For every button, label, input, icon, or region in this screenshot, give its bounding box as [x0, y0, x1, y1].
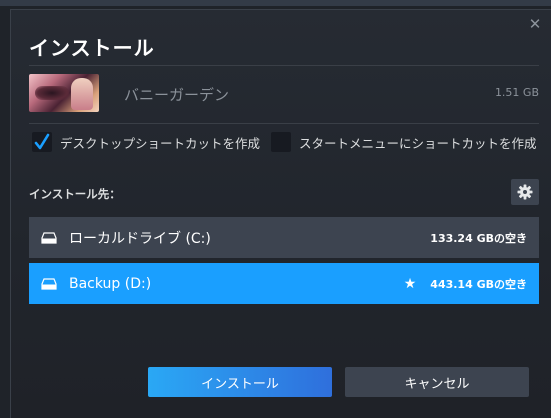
checkbox-box[interactable] — [271, 132, 291, 152]
game-character-art — [71, 78, 93, 110]
install-location-label: インストール先： — [29, 187, 121, 201]
game-info-row: バニーガーデン 1.51 GB — [29, 72, 539, 114]
drive-free-space: 133.24 GBの空き — [430, 231, 527, 245]
dialog-title: インストール — [29, 36, 155, 60]
drive-option-c[interactable]: ローカルドライブ (C:) 133.24 GBの空き — [29, 217, 539, 258]
drive-option-d[interactable]: Backup (D:) ★ 443.14 GBの空き — [29, 263, 539, 304]
close-button[interactable]: ✕ — [527, 16, 543, 32]
checkmark-icon — [34, 133, 50, 150]
close-icon: ✕ — [528, 15, 542, 33]
hard-drive-icon — [41, 231, 57, 244]
drive-name: Backup (D:) — [69, 275, 152, 292]
cancel-button[interactable]: キャンセル — [345, 367, 529, 397]
game-thumbnail — [29, 74, 99, 112]
startmenu-shortcut-label: スタートメニューにショートカットを作成 — [299, 135, 537, 151]
checkbox-box[interactable] — [32, 132, 52, 152]
gear-icon — [517, 184, 533, 200]
desktop-shortcut-checkbox[interactable]: デスクトップショートカットを作成 — [32, 131, 260, 153]
game-name: バニーガーデン — [124, 86, 230, 104]
game-logo-art — [35, 86, 69, 100]
storage-settings-button[interactable] — [511, 179, 539, 205]
star-icon: ★ — [403, 275, 417, 292]
install-dialog: ✕ インストール バニーガーデン 1.51 GB デスクトップショートカットを作… — [10, 9, 551, 418]
window-top-edge — [0, 0, 551, 6]
game-size: 1.51 GB — [494, 86, 539, 99]
startmenu-shortcut-checkbox[interactable]: スタートメニューにショートカットを作成 — [271, 131, 537, 153]
divider — [29, 65, 539, 66]
drive-name: ローカルドライブ (C:) — [69, 230, 211, 247]
divider — [29, 123, 539, 124]
drive-free-space: 443.14 GBの空き — [430, 277, 527, 291]
install-button[interactable]: インストール — [148, 367, 332, 397]
hard-drive-icon — [41, 277, 57, 290]
desktop-shortcut-label: デスクトップショートカットを作成 — [60, 135, 261, 151]
